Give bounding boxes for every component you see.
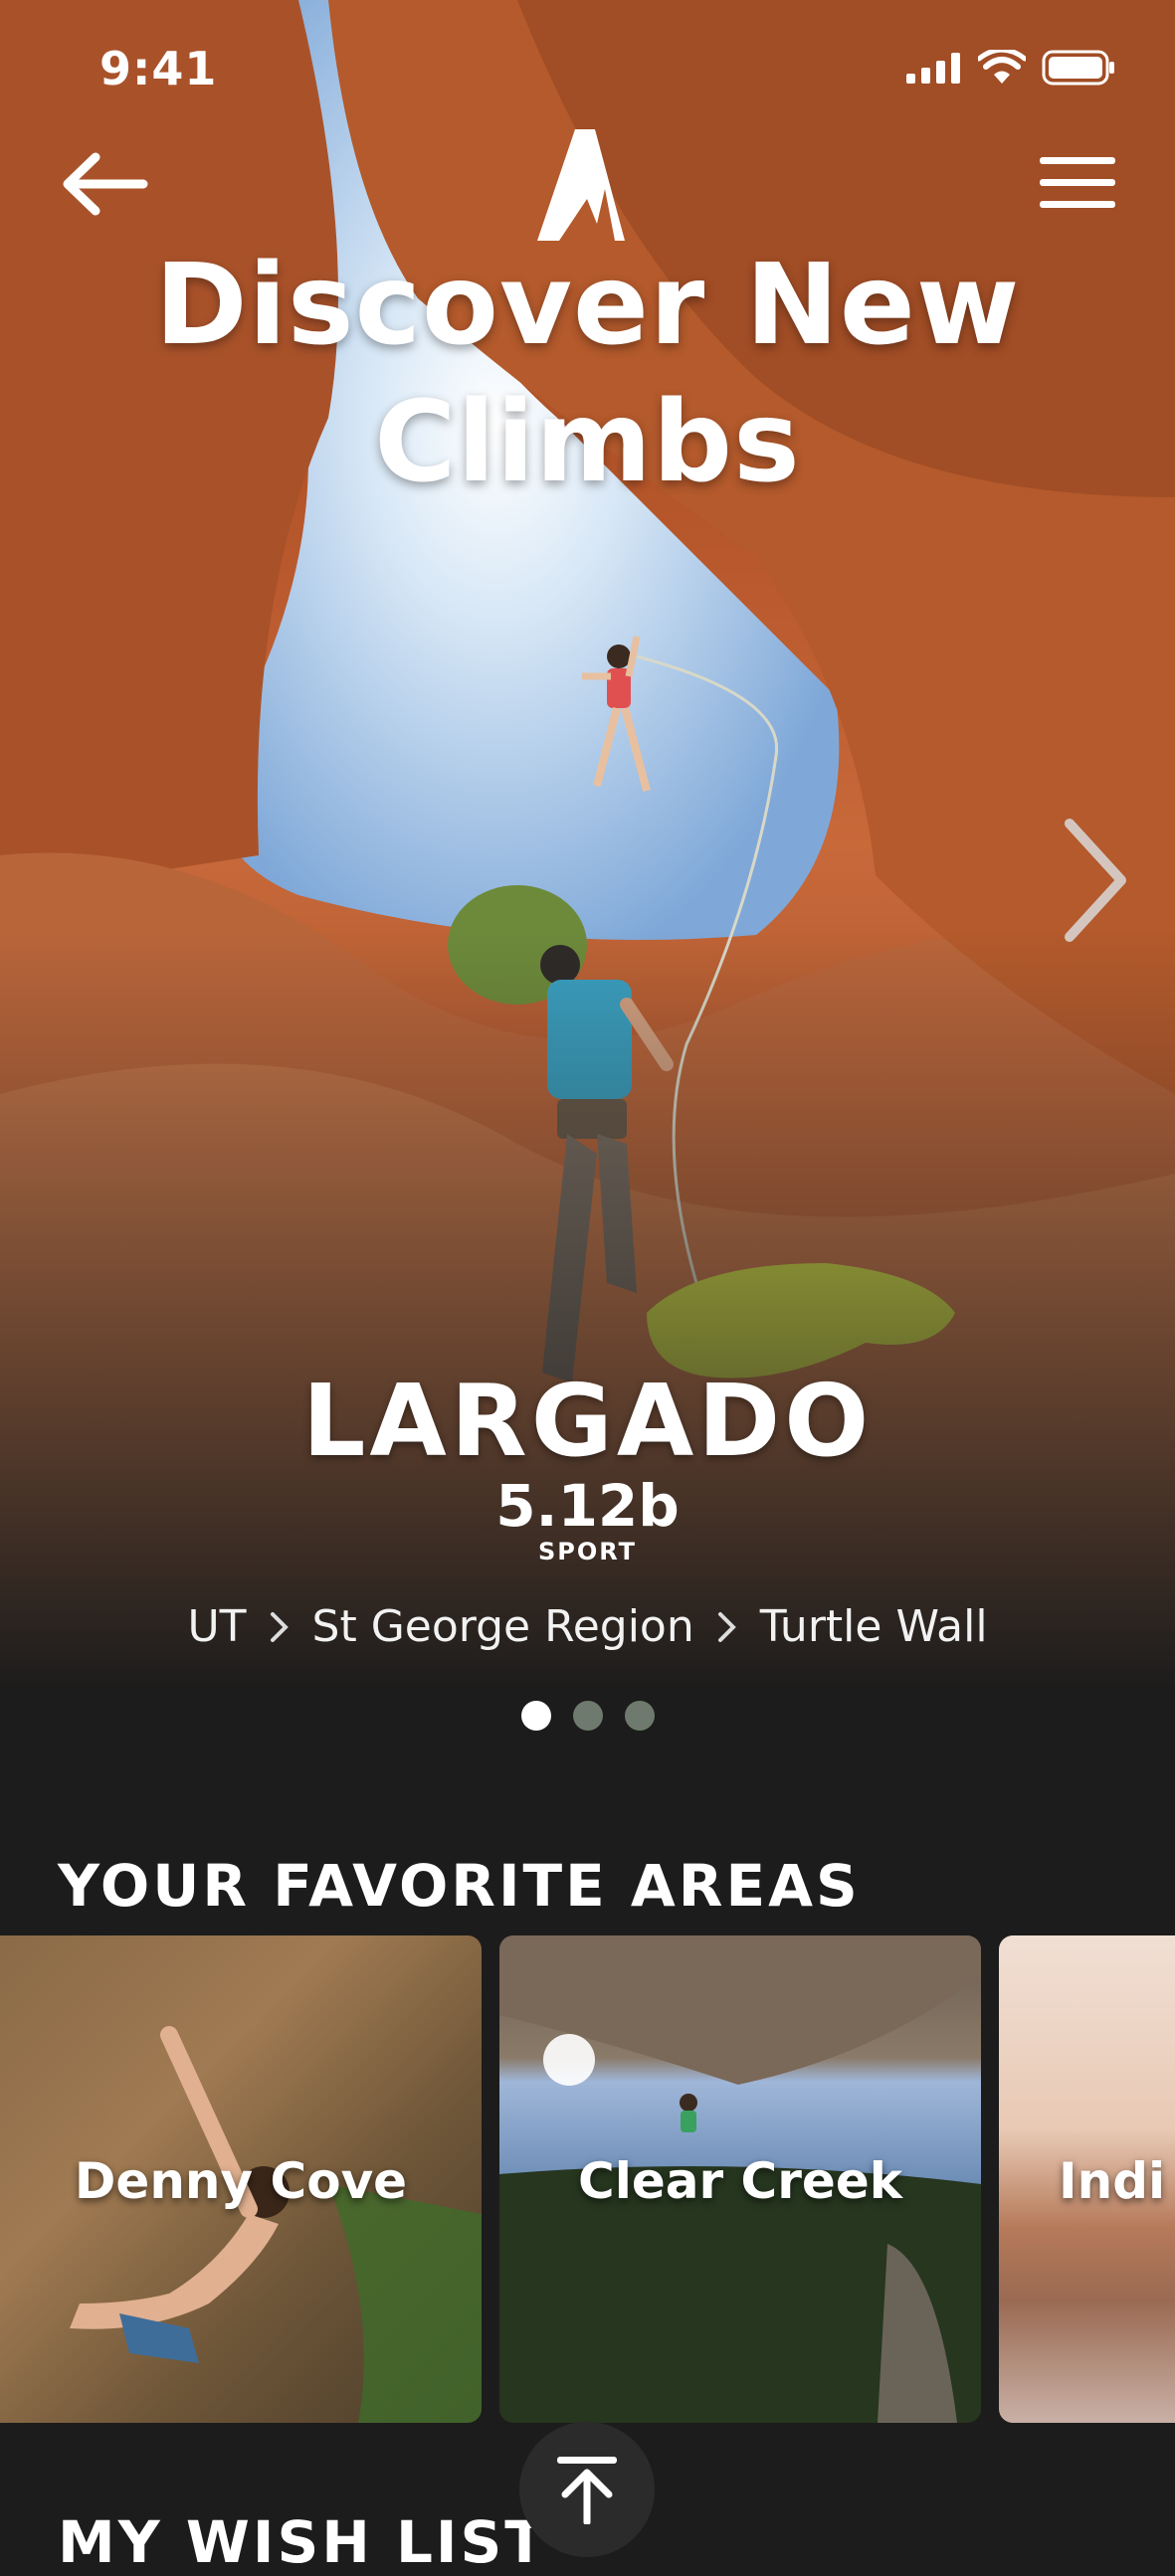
area-card-label: Denny Cove — [74, 2152, 408, 2210]
area-card[interactable]: Denny Cove — [0, 1935, 482, 2423]
area-card-label: Indi — [1059, 2152, 1166, 2210]
favorites-title: YOUR FAVORITE AREAS — [58, 1852, 861, 1920]
carousel-dot-1[interactable] — [520, 1701, 551, 1731]
arrow-left-icon[interactable] — [60, 149, 149, 219]
status-time: 9:41 — [99, 42, 218, 95]
breadcrumb-wall[interactable]: Turtle Wall — [760, 1601, 988, 1652]
carousel-dot-2[interactable] — [572, 1701, 603, 1731]
title-line-2: Climbs — [374, 378, 801, 507]
wifi-icon — [978, 50, 1026, 84]
breadcrumb-state[interactable]: UT — [187, 1601, 246, 1652]
status-icons — [906, 50, 1115, 86]
wishlist-title: MY WISH LIST — [58, 2508, 547, 2576]
area-card[interactable]: Clear Creek — [499, 1935, 981, 2423]
scroll-to-top-button[interactable] — [519, 2422, 655, 2557]
carousel-dots — [0, 1701, 1175, 1731]
peak-logo-icon[interactable] — [537, 129, 627, 244]
battery-icon — [1042, 50, 1114, 86]
route-grade: 5.12b — [495, 1472, 680, 1540]
title-line-1: Discover New — [154, 241, 1021, 370]
chevron-right-icon — [270, 1611, 289, 1642]
chevron-right-icon[interactable] — [1056, 816, 1135, 945]
page-title: Discover New Climbs — [0, 237, 1175, 511]
chevron-right-icon — [717, 1611, 736, 1642]
arrow-up-bar-icon — [557, 2457, 617, 2524]
cellular-signal-icon — [906, 53, 960, 84]
area-card[interactable]: Indi — [999, 1935, 1175, 2423]
breadcrumb-region[interactable]: St George Region — [312, 1601, 694, 1652]
carousel-dot-3[interactable] — [624, 1701, 655, 1731]
breadcrumb: UT St George Region Turtle Wall — [0, 1601, 1175, 1652]
hero-banner: 9:41 Discover New Climbs LARGADO 5.12b S… — [0, 0, 1175, 1691]
route-name[interactable]: LARGADO — [0, 1363, 1175, 1479]
route-type: SPORT — [537, 1538, 638, 1565]
favorite-areas-list: Denny Cove Clear Creek Indi — [0, 1935, 1175, 2423]
hamburger-menu-icon[interactable] — [1040, 157, 1115, 209]
area-card-label: Clear Creek — [578, 2152, 902, 2210]
